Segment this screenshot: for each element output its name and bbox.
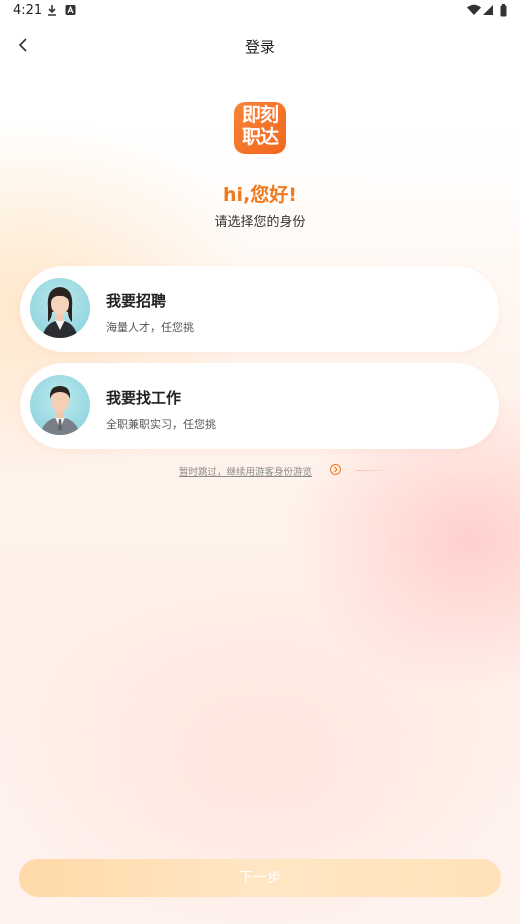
next-step-button[interactable]: 下一步	[19, 859, 501, 897]
signal-icon	[483, 5, 493, 15]
logo-line-1: 即刻	[241, 104, 279, 126]
role-title-recruiter: 我要招聘	[106, 292, 167, 310]
nav-bar: 登录	[0, 24, 520, 66]
wifi-icon	[467, 4, 481, 15]
role-desc-jobseeker: 全职兼职实习，任您挑	[106, 418, 216, 431]
greeting-subtitle: 请选择您的身份	[214, 215, 306, 230]
recruiter-avatar-image	[42, 287, 78, 338]
app-logo: 即刻 职达	[234, 102, 286, 154]
notification-a-icon	[65, 5, 76, 15]
recruiter-avatar	[30, 278, 90, 338]
role-card-jobseeker[interactable]: 我要找工作 全职兼职实习，任您挑	[20, 363, 499, 449]
download-icon	[48, 5, 56, 16]
jobseeker-avatar	[30, 375, 90, 435]
guest-browse-link[interactable]: 暂时跳过，继续用游客身份游览	[179, 464, 312, 478]
battery-icon	[500, 4, 507, 17]
role-title-jobseeker: 我要找工作	[106, 389, 182, 407]
decorative-divider	[356, 470, 392, 471]
status-time: 4:21	[13, 3, 43, 18]
role-card-recruiter[interactable]: 我要招聘 海量人才，任您挑	[20, 266, 499, 352]
role-desc-recruiter: 海量人才，任您挑	[106, 321, 194, 334]
arrow-right-circle-icon[interactable]	[330, 464, 341, 475]
guest-row: 暂时跳过，继续用游客身份游览	[0, 463, 520, 479]
logo-line-2: 职达	[241, 126, 279, 148]
page-title: 登录	[244, 38, 275, 56]
greeting-title: hi,您好!	[223, 184, 297, 206]
jobseeker-avatar-image	[40, 386, 80, 435]
status-bar: 4:21	[0, 0, 520, 24]
